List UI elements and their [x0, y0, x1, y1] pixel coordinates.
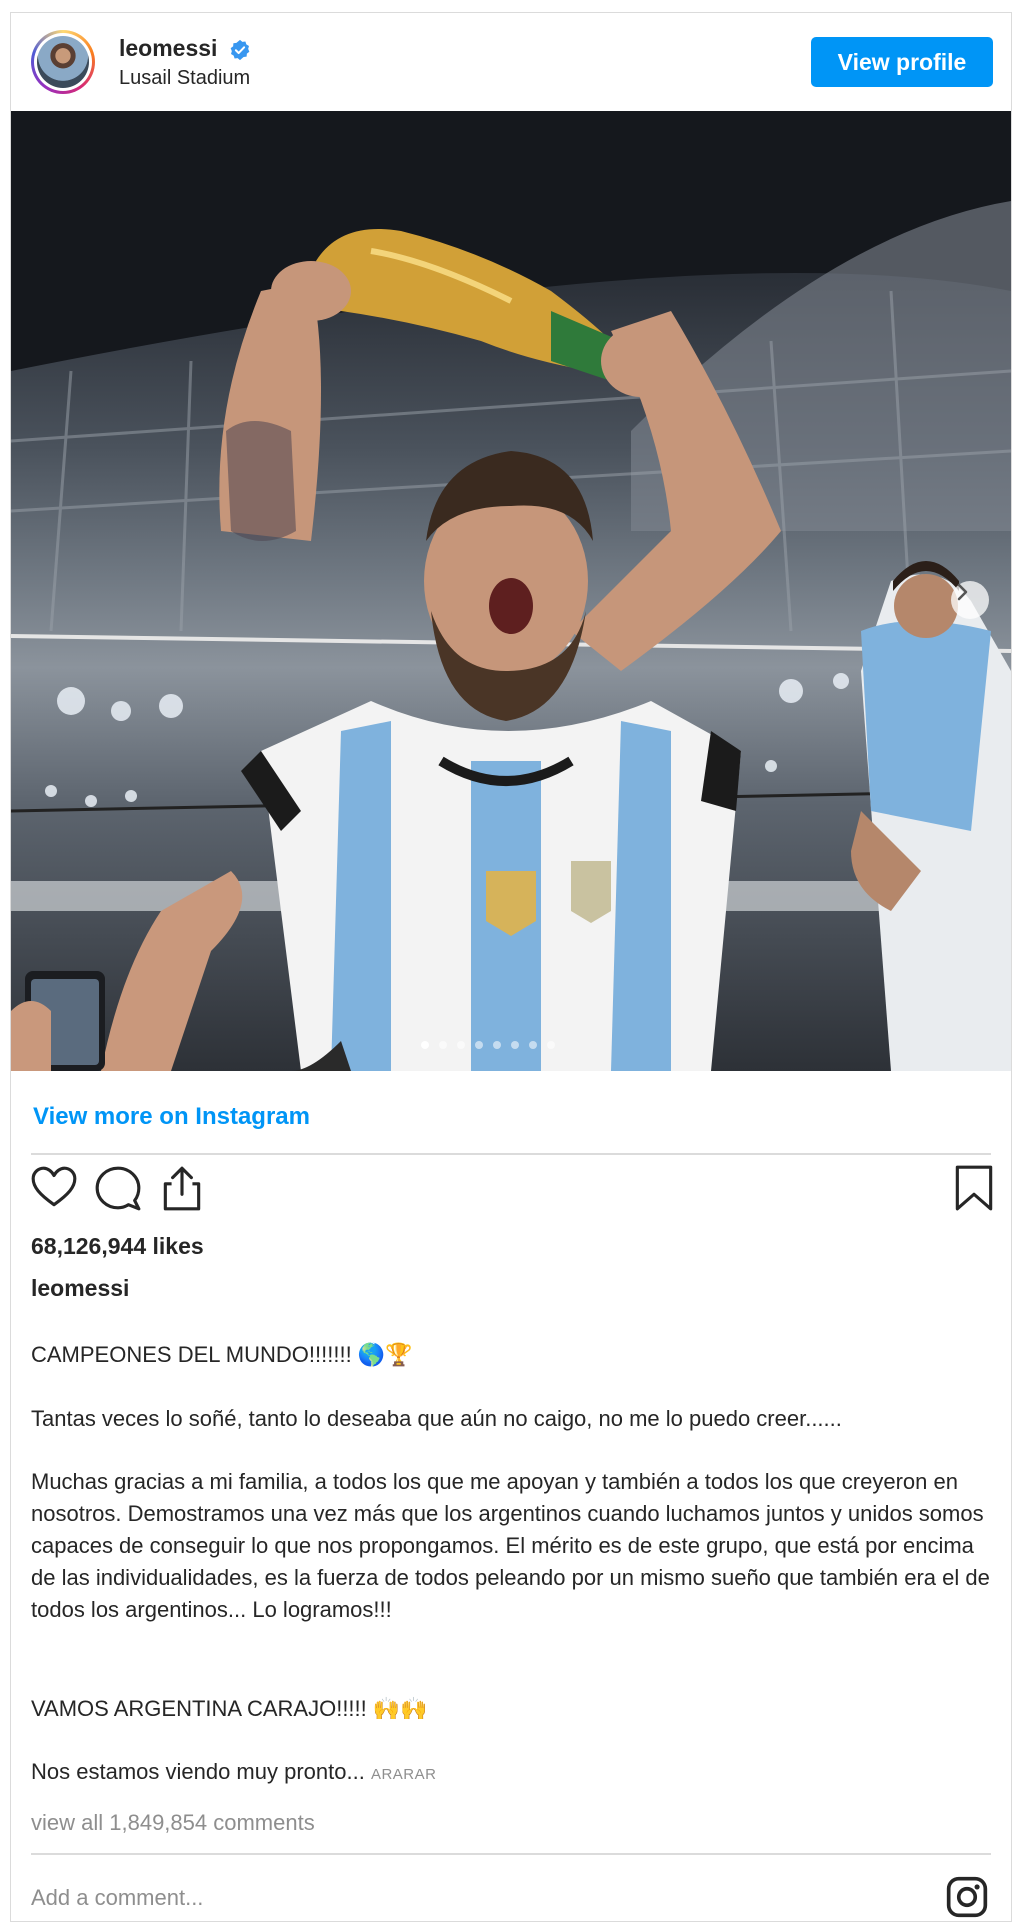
caption-line: Nos estamos viendo muy pronto... ARARAR [31, 1756, 991, 1791]
view-more-on-instagram-link[interactable]: View more on Instagram [33, 1103, 310, 1131]
chevron-right-icon [957, 583, 968, 601]
view-all-comments-link[interactable]: view all 1,849,854 comments [31, 1810, 315, 1836]
add-comment-input[interactable]: Add a comment... [31, 1885, 203, 1911]
comment-icon[interactable] [93, 1163, 143, 1213]
share-icon[interactable] [157, 1163, 207, 1213]
caption-paragraph: Muchas gracias a mi familia, a todos los… [31, 1469, 990, 1622]
carousel-dot [511, 1041, 519, 1049]
carousel-dot [475, 1041, 483, 1049]
post-photo[interactable] [11, 111, 1011, 1071]
avatar[interactable] [31, 30, 95, 94]
action-bar [29, 1163, 999, 1217]
carousel-dot [493, 1041, 501, 1049]
carousel-indicator [421, 1041, 555, 1049]
caption-username[interactable]: leomessi [31, 1275, 129, 1302]
caption-line: CAMPEONES DEL MUNDO!!!!!!! 🌎🏆 [31, 1342, 413, 1367]
caption-last-line: Nos estamos viendo muy pronto... [31, 1759, 365, 1784]
location-label[interactable]: Lusail Stadium [119, 67, 250, 90]
verified-badge-icon [230, 39, 250, 61]
carousel-next-button[interactable] [951, 581, 989, 619]
bookmark-icon[interactable] [949, 1163, 999, 1213]
carousel-dot [547, 1041, 555, 1049]
instagram-embed-card: leomessi Lusail Stadium View profile Vie… [10, 12, 1012, 1922]
caption-line: Tantas veces lo soñé, tanto lo deseaba q… [31, 1406, 842, 1431]
username[interactable]: leomessi [119, 35, 217, 62]
carousel-dot [529, 1041, 537, 1049]
carousel-dot [421, 1041, 429, 1049]
carousel-dot [457, 1041, 465, 1049]
divider [31, 1853, 991, 1855]
heart-icon[interactable] [29, 1163, 79, 1213]
likes-count[interactable]: 68,126,944 likes [31, 1233, 204, 1260]
more-link[interactable]: ARARAR [371, 1766, 437, 1783]
instagram-logo-icon[interactable] [945, 1875, 989, 1919]
divider [31, 1153, 991, 1155]
post-header: leomessi Lusail Stadium View profile [11, 13, 1011, 111]
photo-illustration [11, 111, 1011, 1071]
view-profile-button[interactable]: View profile [811, 37, 993, 87]
carousel-dot [439, 1041, 447, 1049]
caption-line: VAMOS ARGENTINA CARAJO!!!!! 🙌🙌 [31, 1696, 428, 1721]
